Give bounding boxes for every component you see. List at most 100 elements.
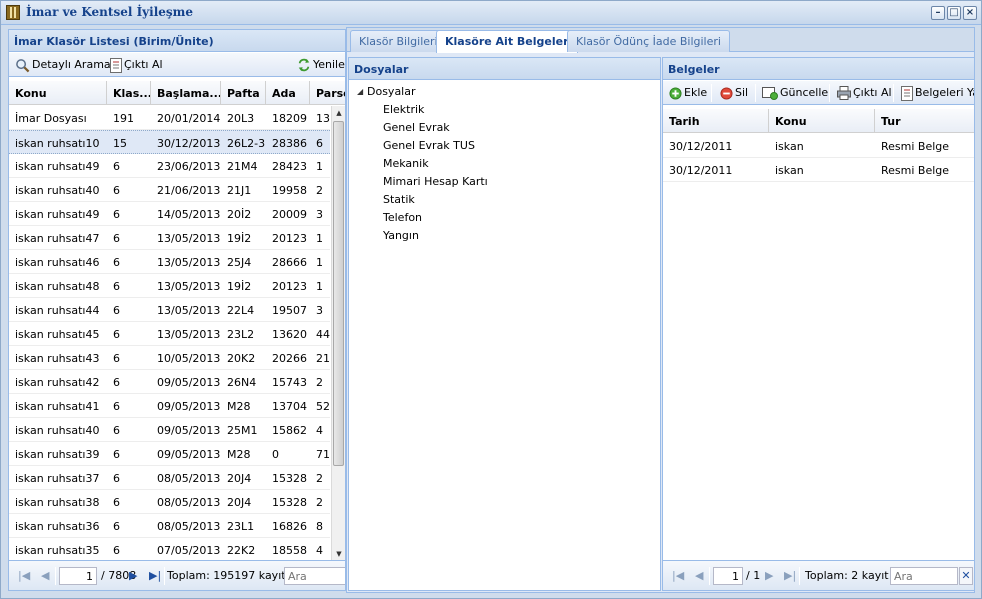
table-row[interactable]: iskan ruhsatı44 6 13/05/2013 22L4 19507 3 (9, 298, 330, 322)
update-button[interactable]: Güncelle (759, 84, 831, 102)
clear-search-icon[interactable]: ✕ (959, 567, 973, 585)
tree-node[interactable]: Telefon (349, 209, 660, 227)
app-window: İmar ve Kentsel İyileşme – □ × İmar Klas… (0, 0, 982, 599)
column-header-konu[interactable]: Konu (9, 81, 107, 105)
list-search-input[interactable] (284, 567, 345, 585)
prev-page-icon[interactable]: ◀ (41, 568, 49, 584)
column-header-konu[interactable]: Konu (769, 109, 875, 133)
table-row[interactable]: iskan ruhsatı36 6 08/05/2013 23L1 16826 8 (9, 514, 330, 538)
table-cell: iskan ruhsatı48 (15, 280, 100, 293)
collapse-arrow-icon[interactable]: ◢ (357, 83, 363, 101)
table-row[interactable]: iskan ruhsatı39 6 09/05/2013 M28 0 71 (9, 442, 330, 466)
print-documents-button[interactable]: Çıktı Al (834, 84, 895, 102)
table-row[interactable]: iskan ruhsatı35 6 07/05/2013 22K2 18558 4 (9, 538, 330, 561)
add-button[interactable]: Ekle (666, 84, 710, 102)
tree-node[interactable]: Genel Evrak (349, 119, 660, 137)
table-row[interactable]: iskan ruhsatı49 6 23/06/2013 21M4 28423 1 (9, 154, 330, 178)
upload-documents-button[interactable]: Belgeleri Ya (898, 84, 974, 102)
detailed-search-button[interactable]: Detaylı Arama (12, 56, 114, 74)
refresh-label: Yenile (313, 58, 345, 71)
column-header-parsel[interactable]: Parse (310, 81, 345, 105)
refresh-button[interactable]: Yenile (294, 56, 345, 74)
close-button[interactable]: × (963, 6, 977, 20)
column-header-ada[interactable]: Ada (266, 81, 310, 105)
pager-separator (709, 567, 710, 585)
klasor-list-toolbar: Detaylı Arama Çıktı Al Yenile (9, 53, 345, 77)
tree-node-label: Mekanik (383, 157, 429, 170)
table-row[interactable]: İmar Dosyası 191 20/01/2014 20L3 18209 13 (9, 106, 330, 130)
table-row[interactable]: iskan ruhsatı37 6 08/05/2013 20J4 15328 2 (9, 466, 330, 490)
column-header-baslama[interactable]: Başlama... (151, 81, 221, 105)
table-row[interactable]: 30/12/2011 iskan Resmi Belge (663, 158, 974, 182)
scroll-thumb[interactable] (333, 121, 344, 466)
belgeler-total-pages: / 1 (746, 569, 761, 582)
next-page-icon[interactable]: ▶ (129, 568, 137, 584)
table-row[interactable]: 30/12/2011 iskan Resmi Belge (663, 134, 974, 158)
table-row[interactable]: iskan ruhsatı45 6 13/05/2013 23L2 13620 44 (9, 322, 330, 346)
klasor-grid-body: İmar Dosyası 191 20/01/2014 20L3 18209 13 iska… (9, 106, 330, 561)
table-cell: M28 (227, 400, 251, 413)
tree-node[interactable]: Statik (349, 191, 660, 209)
table-row[interactable]: iskan ruhsatı46 6 13/05/2013 25J4 28666 1 (9, 250, 330, 274)
belgeler-total-records: Toplam: 2 kayıt (805, 569, 889, 582)
table-cell: 28666 (272, 256, 307, 269)
tab-klasor-odunc-iade[interactable]: Klasör Ödünç İade Bilgileri (567, 30, 730, 52)
table-row[interactable]: iskan ruhsatı10 15 30/12/2013 26L2-3 28386 6 (9, 130, 330, 154)
table-row[interactable]: iskan ruhsatı41 6 09/05/2013 M28 13704 52 (9, 394, 330, 418)
last-page-icon[interactable]: ▶| (149, 568, 161, 584)
table-row[interactable]: iskan ruhsatı43 6 10/05/2013 20K2 20266 21 (9, 346, 330, 370)
table-cell: 6 (113, 376, 120, 389)
klasor-grid-scrollbar[interactable]: ▲ ▼ (331, 106, 345, 561)
tab-klasor-bilgileri[interactable]: Klasör Bilgileri (350, 30, 447, 52)
maximize-button[interactable]: □ (947, 6, 961, 20)
table-cell: 15 (113, 137, 127, 150)
scroll-up-arrow-icon[interactable]: ▲ (332, 106, 345, 120)
table-cell: 6 (113, 520, 120, 533)
last-page-icon[interactable]: ▶| (784, 568, 796, 584)
table-row[interactable]: iskan ruhsatı47 6 13/05/2013 19İ2 20123 1 (9, 226, 330, 250)
tree-node[interactable]: Elektrik (349, 101, 660, 119)
tree-node[interactable]: Yangın (349, 227, 660, 245)
table-cell: 6 (113, 544, 120, 557)
table-cell: İmar Dosyası (15, 112, 87, 125)
belgeler-page-input[interactable] (713, 567, 743, 585)
table-cell: 19İ2 (227, 280, 252, 293)
column-header-klasor[interactable]: Klas... (107, 81, 151, 105)
table-cell: 08/05/2013 (157, 496, 221, 509)
first-page-icon[interactable]: |◀ (18, 568, 30, 584)
detail-container: Klasör Bilgileri Klasöre Ait Belgeler Kl… (346, 27, 975, 593)
minimize-button[interactable]: – (931, 6, 945, 20)
belgeler-search-input[interactable] (890, 567, 958, 585)
prev-page-icon[interactable]: ◀ (695, 568, 703, 584)
table-row[interactable]: iskan ruhsatı38 6 08/05/2013 20J4 15328 2 (9, 490, 330, 514)
tree-node[interactable]: Genel Evrak TUS (349, 137, 660, 155)
table-cell: 15328 (272, 472, 307, 485)
page-number-input[interactable] (59, 567, 97, 585)
tree-node-root[interactable]: ◢ Dosyalar (349, 83, 660, 101)
next-page-icon[interactable]: ▶ (765, 568, 773, 584)
scroll-down-arrow-icon[interactable]: ▼ (332, 547, 345, 561)
tree-node[interactable]: Mekanik (349, 155, 660, 173)
tree-node[interactable]: Mimari Hesap Kartı (349, 173, 660, 191)
table-cell: 20J4 (227, 496, 252, 509)
belgeler-title: Belgeler (663, 58, 974, 80)
column-header-tarih[interactable]: Tarih (663, 109, 769, 133)
column-header-pafta[interactable]: Pafta (221, 81, 266, 105)
table-cell: 15862 (272, 424, 307, 437)
table-cell: 10/05/2013 (157, 352, 221, 365)
column-header-tur[interactable]: Tur (875, 109, 974, 133)
table-row[interactable]: iskan ruhsatı49 6 14/05/2013 20İ2 20009 3 (9, 202, 330, 226)
table-cell: 3 (316, 208, 323, 221)
table-row[interactable]: iskan ruhsatı48 6 13/05/2013 19İ2 20123 1 (9, 274, 330, 298)
table-row[interactable]: iskan ruhsatı42 6 09/05/2013 26N4 15743 2 (9, 370, 330, 394)
first-page-icon[interactable]: |◀ (672, 568, 684, 584)
table-cell: 13/05/2013 (157, 256, 221, 269)
document-icon (901, 85, 913, 101)
tab-klasore-ait-belgeler[interactable]: Klasöre Ait Belgeler (436, 30, 578, 53)
print-list-button[interactable]: Çıktı Al (107, 56, 166, 74)
table-row[interactable]: iskan ruhsatı40 6 09/05/2013 25M1 15862 4 (9, 418, 330, 442)
table-cell: iskan ruhsatı47 (15, 232, 100, 245)
table-row[interactable]: iskan ruhsatı40 6 21/06/2013 21J1 19958 2 (9, 178, 330, 202)
delete-button[interactable]: Sil (717, 84, 751, 102)
table-cell: 6 (113, 208, 120, 221)
